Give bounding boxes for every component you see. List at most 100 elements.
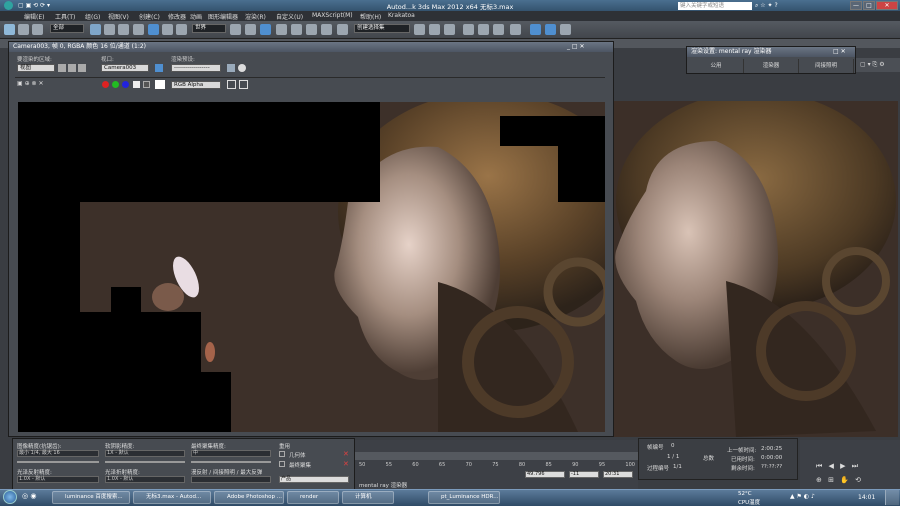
sampling-field[interactable]: 最小 1/4, 最大 16 <box>17 450 99 457</box>
track-bar[interactable] <box>355 452 638 460</box>
angle-snap-icon[interactable] <box>291 24 302 35</box>
sampling-slider[interactable] <box>17 461 99 463</box>
mirror-icon[interactable] <box>414 24 425 35</box>
menu-rendering[interactable]: 渲染(R) <box>245 12 266 21</box>
taskbar-item-photoshop[interactable]: Adobe Photoshop ... <box>214 491 284 504</box>
start-button-icon[interactable] <box>3 490 17 504</box>
menu-customize[interactable]: 自定义(U) <box>276 12 303 21</box>
maximize-button[interactable]: □ <box>863 1 875 10</box>
close-button[interactable]: ✕ <box>876 1 898 10</box>
edit-region-icon[interactable] <box>58 64 66 72</box>
environment-icon[interactable] <box>238 64 246 72</box>
zoom-pan-icons[interactable]: ⊕ ⊞ ✋ ⟲ <box>816 476 863 484</box>
named-selection-dropdown[interactable]: 创建选择集 <box>354 24 410 33</box>
percent-snap-icon[interactable] <box>306 24 317 35</box>
clock[interactable]: 14:01 <box>858 494 875 501</box>
pivot-icon[interactable] <box>230 24 241 35</box>
snap-icon[interactable] <box>276 24 287 35</box>
reuse-geometry-checkbox[interactable]: 几何体 <box>289 451 306 459</box>
color-swatch[interactable] <box>155 80 165 89</box>
show-desktop-button[interactable] <box>885 490 899 505</box>
y-field[interactable]: 20:31 <box>603 471 633 478</box>
scale-icon[interactable] <box>176 24 187 35</box>
search-input[interactable]: 键入关键字或短语 <box>678 2 752 10</box>
tray-icons[interactable]: ▲ ⚑ ◐ ♪ <box>790 493 815 500</box>
align-icon[interactable] <box>429 24 440 35</box>
menu-graph-editors[interactable]: 图形编辑器 <box>208 12 238 21</box>
spinner-snap-icon[interactable] <box>321 24 332 35</box>
menu-create[interactable]: 创建(C) <box>139 12 160 21</box>
final-gather-slider[interactable] <box>191 461 271 463</box>
glossy-reflection-field[interactable]: 1.0X - 默认 <box>17 476 99 483</box>
menu-help[interactable]: 帮助(H) <box>360 12 381 21</box>
area-dropdown[interactable]: 视图 <box>17 64 55 72</box>
select-icon[interactable] <box>90 24 101 35</box>
command-panel-icons[interactable]: ▢ ▾ ⎘ ⚙ <box>860 61 885 69</box>
keyboard-shortcut-icon[interactable] <box>260 24 271 35</box>
mono-icon[interactable] <box>143 81 150 88</box>
move-icon[interactable] <box>148 24 159 35</box>
bounce-field[interactable] <box>191 476 271 483</box>
preset-dropdown[interactable]: ------------------ <box>171 64 221 72</box>
toggle-ui-icon[interactable] <box>227 80 236 89</box>
region-lock-icon[interactable] <box>78 64 86 72</box>
curve-editor-icon[interactable] <box>478 24 489 35</box>
manipulate-icon[interactable] <box>245 24 256 35</box>
layer-icon[interactable] <box>444 24 455 35</box>
help-icons[interactable]: ⌕ ☆ ✦ ? <box>755 2 778 10</box>
select-by-name-icon[interactable] <box>104 24 115 35</box>
lock-final-gather-icon[interactable] <box>279 461 285 467</box>
menu-modifiers[interactable]: 修改器 <box>168 12 186 21</box>
product-dropdown[interactable]: 产品 <box>279 476 349 483</box>
glossy-refraction-field[interactable]: 1.0X - 默认 <box>105 476 185 483</box>
quick-launch-icons[interactable]: ◎ ◉ <box>22 492 36 500</box>
taskbar-item-browser[interactable]: luminance 百度搜索... <box>52 491 130 504</box>
schematic-view-icon[interactable] <box>493 24 504 35</box>
render-setup-icon[interactable] <box>530 24 541 35</box>
soft-shadow-slider[interactable] <box>105 461 185 463</box>
green-channel-icon[interactable] <box>112 81 119 88</box>
undo-icon[interactable] <box>4 24 15 35</box>
taskbar-item-3dsmax[interactable]: 无标3.max - Autod... <box>133 491 211 504</box>
clone-frame-icon[interactable] <box>239 80 248 89</box>
render-production-icon[interactable] <box>560 24 571 35</box>
blue-channel-icon[interactable] <box>122 81 129 88</box>
render-setup-small-icon[interactable] <box>227 64 235 72</box>
channel-dropdown[interactable]: RGB Alpha <box>171 81 221 89</box>
graphite-icon[interactable] <box>463 24 474 35</box>
viewport-dropdown[interactable]: Camera003 <box>101 64 149 72</box>
region-select-icon[interactable] <box>118 24 129 35</box>
dialog-controls[interactable]: □ ✕ <box>833 48 846 55</box>
clear-geometry-icon[interactable]: ✕ <box>343 450 349 458</box>
soft-shadow-field[interactable]: 1X - 默认 <box>105 450 185 457</box>
tab-common[interactable]: 公用 <box>689 59 744 73</box>
rendered-frame-icon[interactable] <box>545 24 556 35</box>
menu-group[interactable]: 组(G) <box>85 12 100 21</box>
clear-final-gather-icon[interactable]: ✕ <box>343 460 349 468</box>
menu-views[interactable]: 视图(V) <box>108 12 129 21</box>
reference-coord-dropdown[interactable]: 世界 <box>192 24 226 33</box>
unlink-icon[interactable] <box>32 24 43 35</box>
menu-maxscript[interactable]: MAXScript(M) <box>312 12 353 19</box>
reuse-final-gather-checkbox[interactable]: 最终聚集 <box>289 461 311 469</box>
selection-filter-dropdown[interactable]: 全部 <box>50 24 84 33</box>
alpha-channel-icon[interactable] <box>133 81 140 88</box>
menu-edit[interactable]: 编辑(E) <box>24 12 44 21</box>
taskbar-item-computer[interactable]: 计算机 <box>342 491 394 504</box>
tab-renderer[interactable]: 渲染器 <box>744 59 799 73</box>
lock-geometry-icon[interactable] <box>279 451 285 457</box>
lock-viewport-icon[interactable] <box>155 64 163 72</box>
taskbar-item-luminance-hdr[interactable]: pt_Luminance HDR... <box>428 491 500 504</box>
menu-animation[interactable]: 动画 <box>190 12 202 21</box>
playback-icons[interactable]: ⏮ ◀ ▶ ⏭ <box>816 462 860 471</box>
frame-tool-icons[interactable]: ▣ ⊕ ⊗ ✕ <box>17 80 43 87</box>
tab-indirect-illumination[interactable]: 间接照明 <box>799 59 854 73</box>
auto-region-icon[interactable] <box>68 64 76 72</box>
taskbar-item-render[interactable]: render <box>287 491 339 504</box>
menu-tools[interactable]: 工具(T) <box>55 12 75 21</box>
red-channel-icon[interactable] <box>102 81 109 88</box>
percent-field[interactable]: 49.796 <box>525 471 565 478</box>
final-gather-field[interactable]: 中 <box>191 450 271 457</box>
frame-window-controls[interactable]: _ □ ✕ <box>567 43 585 50</box>
link-icon[interactable] <box>18 24 29 35</box>
